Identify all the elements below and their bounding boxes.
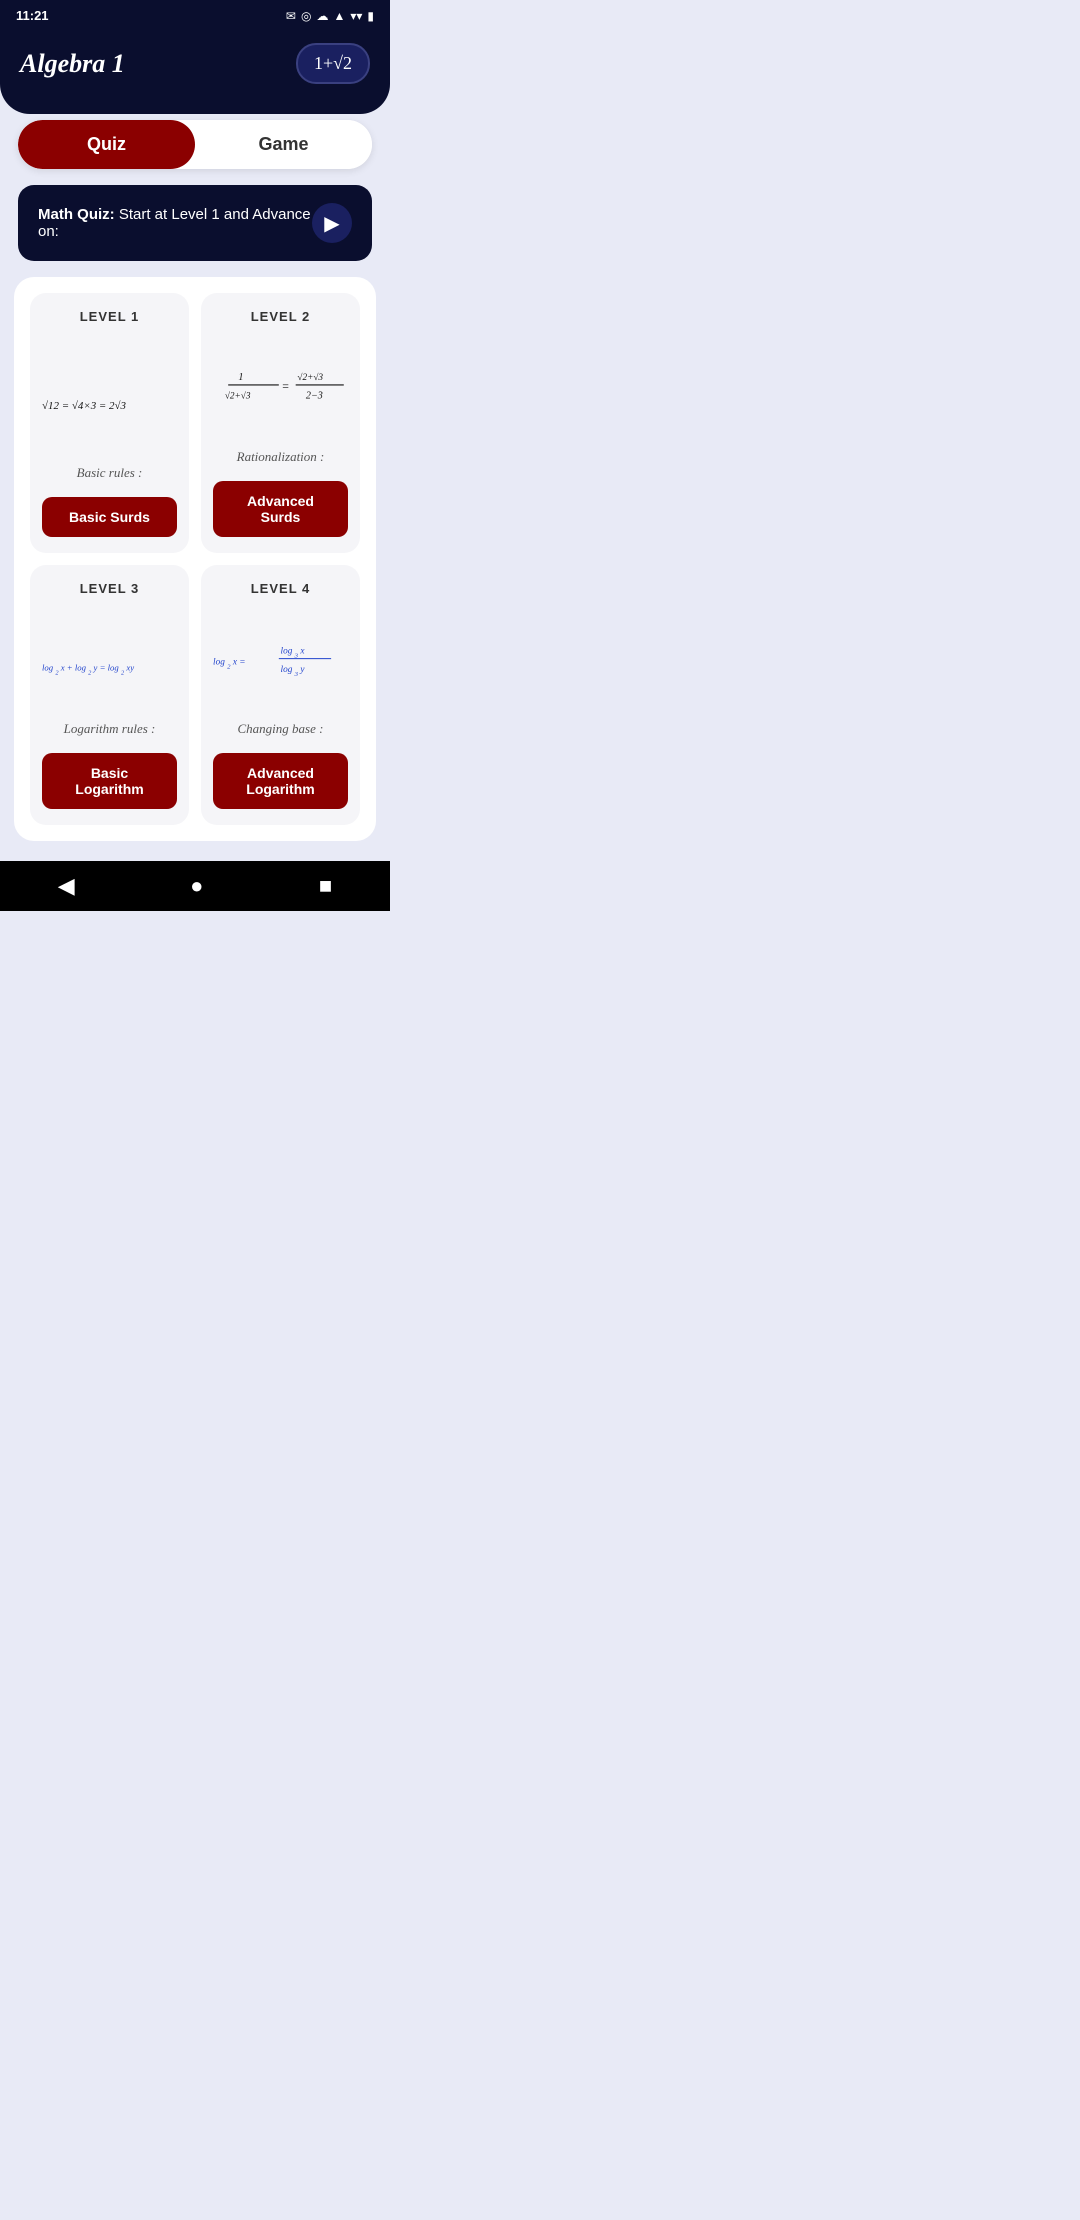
wifi-icon: ▾▾ bbox=[350, 9, 362, 23]
app-header: Algebra 1 1+√2 bbox=[0, 31, 390, 114]
level-card-2: LEVEL 2 1 √2+√3 = bbox=[201, 293, 360, 553]
levels-grid: LEVEL 1 √12 = √4×3 = 2√3 Basic rules : B… bbox=[14, 277, 376, 841]
nav-recents-button[interactable]: ■ bbox=[319, 873, 332, 899]
level-2-desc: Rationalization : bbox=[237, 449, 325, 465]
level-1-label: LEVEL 1 bbox=[80, 309, 140, 324]
level-card-3: LEVEL 3 log 2 x + log 2 y = log 2 xy Log… bbox=[30, 565, 189, 825]
status-icons: ✉ ◎ ☁ ▲ ▾▾ ▮ bbox=[286, 9, 374, 23]
svg-text:√2+√3: √2+√3 bbox=[225, 390, 251, 401]
arrow-right-icon: ▶ bbox=[324, 211, 339, 236]
svg-text:√2+√3: √2+√3 bbox=[297, 372, 323, 383]
quiz-banner-arrow-button[interactable]: ▶ bbox=[312, 203, 352, 243]
quiz-banner[interactable]: Math Quiz: Start at Level 1 and Advance … bbox=[18, 185, 372, 261]
level-2-formula: 1 √2+√3 = √2+√3 bbox=[213, 336, 348, 449]
svg-text:1: 1 bbox=[238, 372, 243, 383]
app-title: Algebra 1 bbox=[20, 49, 125, 79]
header-badge: 1+√2 bbox=[296, 43, 370, 84]
tab-quiz[interactable]: Quiz bbox=[18, 120, 195, 169]
signal-icon: ▲ bbox=[333, 9, 345, 23]
nav-back-button[interactable]: ◀ bbox=[58, 873, 75, 899]
level-4-desc: Changing base : bbox=[238, 721, 324, 737]
level-3-label: LEVEL 3 bbox=[80, 581, 140, 596]
main-content: Quiz Game Math Quiz: Start at Level 1 an… bbox=[0, 120, 390, 861]
level-2-label: LEVEL 2 bbox=[251, 309, 311, 324]
level-4-label: LEVEL 4 bbox=[251, 581, 311, 596]
tab-switcher: Quiz Game bbox=[18, 120, 372, 169]
nav-bar: ◀ ● ■ bbox=[0, 861, 390, 911]
svg-text:2−3: 2−3 bbox=[306, 390, 323, 401]
tab-game[interactable]: Game bbox=[195, 120, 372, 169]
level-3-desc: Logarithm rules : bbox=[64, 721, 156, 737]
svg-text:log 3: log 3 y bbox=[281, 665, 306, 678]
focus-icon: ◎ bbox=[301, 9, 311, 23]
status-bar: 11:21 ✉ ◎ ☁ ▲ ▾▾ ▮ bbox=[0, 0, 390, 31]
level-1-button[interactable]: Basic Surds bbox=[42, 497, 177, 537]
quiz-banner-text: Math Quiz: Start at Level 1 and Advance … bbox=[38, 206, 312, 240]
level-1-formula: √12 = √4×3 = 2√3 bbox=[42, 336, 177, 465]
svg-text:√12 = √4×3 = 2√3: √12 = √4×3 = 2√3 bbox=[42, 400, 127, 412]
svg-text:log 2: log 2 x = bbox=[213, 658, 246, 671]
battery-icon: ▮ bbox=[367, 9, 374, 23]
level-2-button[interactable]: Advanced Surds bbox=[213, 481, 348, 537]
status-time: 11:21 bbox=[16, 8, 49, 23]
svg-text:log 3: log 3 x bbox=[281, 647, 306, 660]
nav-home-button[interactable]: ● bbox=[190, 873, 203, 899]
svg-text:log 2: log 2 x + log 2 y = log 2 xy bbox=[42, 662, 134, 676]
level-3-button[interactable]: Basic Logarithm bbox=[42, 753, 177, 809]
level-4-formula: log 2 x = log 3 x log 3 y bbox=[213, 608, 348, 721]
level-3-formula: log 2 x + log 2 y = log 2 xy bbox=[42, 608, 177, 721]
svg-text:=: = bbox=[282, 379, 289, 393]
level-4-button[interactable]: Advanced Logarithm bbox=[213, 753, 348, 809]
level-card-1: LEVEL 1 √12 = √4×3 = 2√3 Basic rules : B… bbox=[30, 293, 189, 553]
level-card-4: LEVEL 4 log 2 x = log 3 x bbox=[201, 565, 360, 825]
cloud-icon: ☁ bbox=[316, 9, 328, 23]
level-1-desc: Basic rules : bbox=[77, 465, 143, 481]
mail-icon: ✉ bbox=[286, 9, 296, 23]
